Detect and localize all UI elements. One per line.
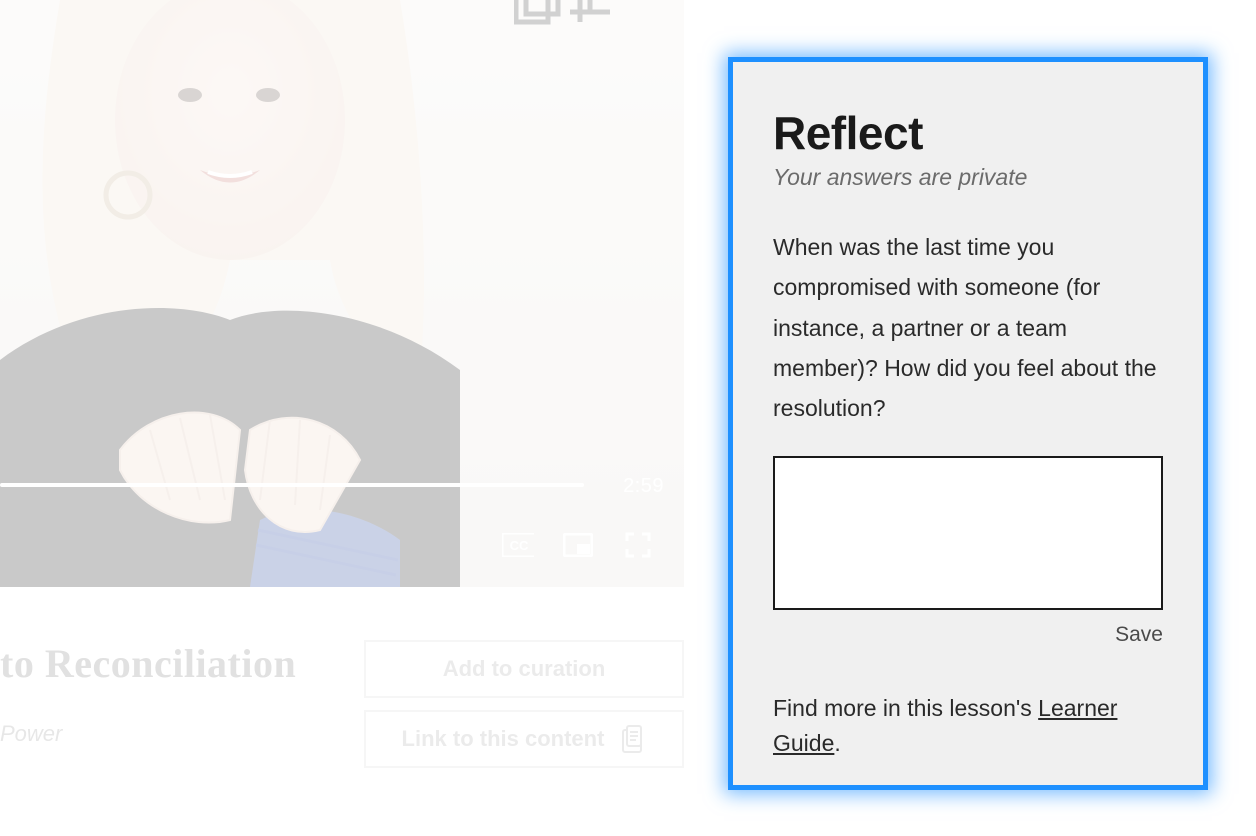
link-to-content-button[interactable]: Link to this content <box>364 710 684 768</box>
reflect-more-info: Find more in this lesson's Learner Guide… <box>773 691 1163 760</box>
link-to-content-label: Link to this content <box>402 726 605 752</box>
video-player[interactable]: 2:59 CC <box>0 0 684 587</box>
save-button[interactable]: Save <box>773 623 1163 647</box>
video-top-icons <box>514 0 654 40</box>
logo-fragment-icon <box>514 0 654 40</box>
closed-captions-icon[interactable]: CC <box>502 533 534 557</box>
reflect-answer-input[interactable] <box>773 456 1163 610</box>
add-to-curation-button[interactable]: Add to curation <box>364 640 684 698</box>
add-to-curation-label: Add to curation <box>443 656 606 682</box>
video-progress-bar[interactable]: 2:59 <box>0 483 664 487</box>
svg-text:CC: CC <box>510 538 529 553</box>
video-duration: 2:59 <box>623 475 664 498</box>
video-still <box>0 0 684 587</box>
picture-in-picture-icon[interactable] <box>562 533 594 557</box>
clipboard-icon <box>620 724 646 754</box>
fullscreen-icon[interactable] <box>622 533 654 557</box>
reflect-heading: Reflect <box>773 106 1163 160</box>
reflect-prompt: When was the last time you compromised w… <box>773 227 1163 428</box>
reflect-privacy-note: Your answers are private <box>773 164 1163 191</box>
reflect-panel: Reflect Your answers are private When wa… <box>728 57 1208 790</box>
